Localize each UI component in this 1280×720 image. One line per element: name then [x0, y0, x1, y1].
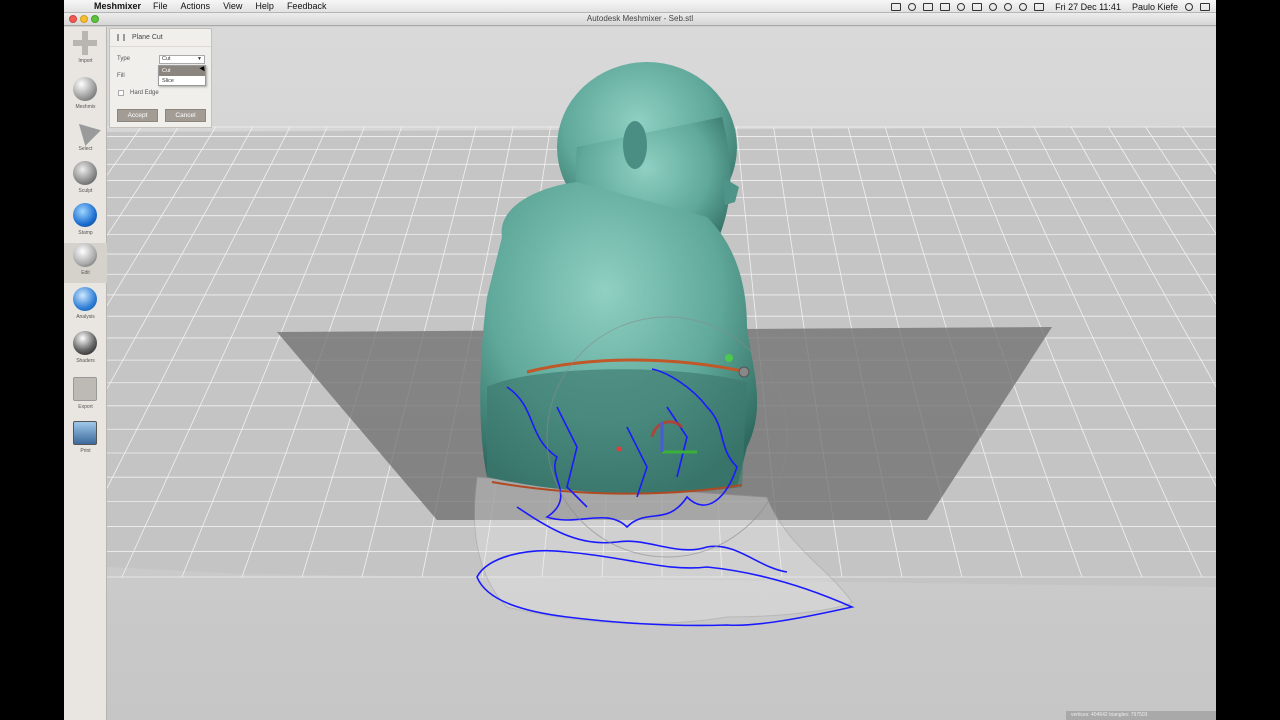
tool-analysis[interactable]: Analysis — [64, 287, 107, 327]
hard-edge-checkbox[interactable] — [118, 90, 124, 96]
arrow-icon — [71, 116, 101, 146]
tool-export[interactable]: Export — [64, 377, 107, 417]
menu-view[interactable]: View — [223, 1, 242, 11]
left-toolbar: Import Meshmix Select Sculpt Stamp Edit … — [64, 27, 107, 720]
screen: Meshmixer File Actions View Help Feedbac… — [64, 0, 1216, 720]
gizmo-handle-grey[interactable] — [738, 366, 750, 378]
menu-feedback[interactable]: Feedback — [287, 1, 327, 11]
tool-shaders[interactable]: Shaders — [64, 331, 107, 371]
display-icon[interactable] — [940, 2, 951, 11]
notification-center-icon[interactable] — [1200, 2, 1210, 11]
edit-icon — [73, 243, 97, 267]
gizmo-handle-green[interactable] — [725, 354, 733, 362]
fill-label: Fill — [117, 73, 125, 79]
export-icon — [73, 377, 97, 401]
tool-select[interactable]: Select — [64, 116, 107, 159]
battery-level-icon[interactable] — [1034, 2, 1045, 11]
battery-icon[interactable] — [972, 2, 983, 11]
status-area: Fri 27 Dec 11:41 Paulo Kiefe — [891, 0, 1210, 13]
screen-icon[interactable] — [891, 2, 902, 11]
type-label: Type — [117, 56, 131, 62]
print-icon — [73, 421, 97, 445]
3d-viewport[interactable]: vertices: 404642 triangles: 797503 — [107, 27, 1216, 720]
window-zoom-button[interactable] — [91, 15, 99, 23]
tool-sculpt[interactable]: Sculpt — [64, 161, 107, 201]
menubar: Meshmixer File Actions View Help Feedbac… — [64, 0, 1216, 13]
window-title: Autodesk Meshmixer - Seb.stl — [586, 14, 694, 23]
panel-title: Plane Cut — [132, 34, 163, 41]
analysis-icon — [73, 287, 97, 311]
chevron-down-icon: ▼ — [197, 56, 202, 62]
dropdown-option-slice[interactable]: Slice — [159, 76, 205, 86]
mesh-stats: vertices: 404642 triangles: 797503 — [1066, 711, 1216, 720]
gizmo-pivot[interactable] — [616, 446, 622, 452]
sync-icon[interactable] — [908, 2, 917, 11]
type-select-value: Cut — [162, 56, 171, 62]
type-select[interactable]: Cut ▼ — [159, 55, 205, 64]
menu-help[interactable]: Help — [255, 1, 274, 11]
cancel-button[interactable]: Cancel — [165, 109, 206, 122]
tool-meshmix[interactable]: Meshmix — [64, 77, 107, 117]
menu-file[interactable]: File — [153, 1, 168, 11]
time-machine-icon[interactable] — [989, 2, 998, 11]
stamp-icon — [73, 203, 97, 227]
tool-stamp[interactable]: Stamp — [64, 203, 107, 243]
shader-ball-icon — [73, 331, 97, 355]
clock[interactable]: Fri 27 Dec 11:41 — [1055, 2, 1121, 12]
bluetooth-icon[interactable] — [957, 2, 966, 11]
window-close-button[interactable] — [69, 15, 77, 23]
brush-icon — [73, 161, 97, 185]
panel-header[interactable]: Plane Cut — [110, 29, 211, 47]
hard-edge-label: Hard Edge — [130, 90, 159, 96]
download-icon[interactable] — [923, 2, 934, 11]
window-minimize-button[interactable] — [80, 15, 88, 23]
grip-icon[interactable] — [117, 34, 125, 41]
spotlight-icon[interactable] — [1185, 2, 1193, 11]
dropdown-option-cut[interactable]: Cut — [159, 66, 205, 76]
app-name[interactable]: Meshmixer — [86, 1, 141, 11]
window-titlebar: Autodesk Meshmixer - Seb.stl — [64, 13, 1216, 26]
wifi-icon[interactable] — [1004, 2, 1013, 11]
tool-import[interactable]: Import — [64, 31, 107, 71]
sphere-icon — [73, 77, 97, 101]
volume-icon[interactable] — [1019, 2, 1028, 11]
menu-actions[interactable]: Actions — [181, 1, 211, 11]
user-name[interactable]: Paulo Kiefe — [1132, 2, 1178, 12]
accept-button[interactable]: Accept — [117, 109, 158, 122]
tool-edit[interactable]: Edit — [64, 243, 107, 283]
plus-icon — [73, 31, 97, 55]
plane-cut-panel: Plane Cut Type Cut ▼ Fill Cut Slice Hard… — [109, 28, 212, 128]
tool-print[interactable]: Print — [64, 421, 107, 461]
scene — [107, 27, 1216, 720]
